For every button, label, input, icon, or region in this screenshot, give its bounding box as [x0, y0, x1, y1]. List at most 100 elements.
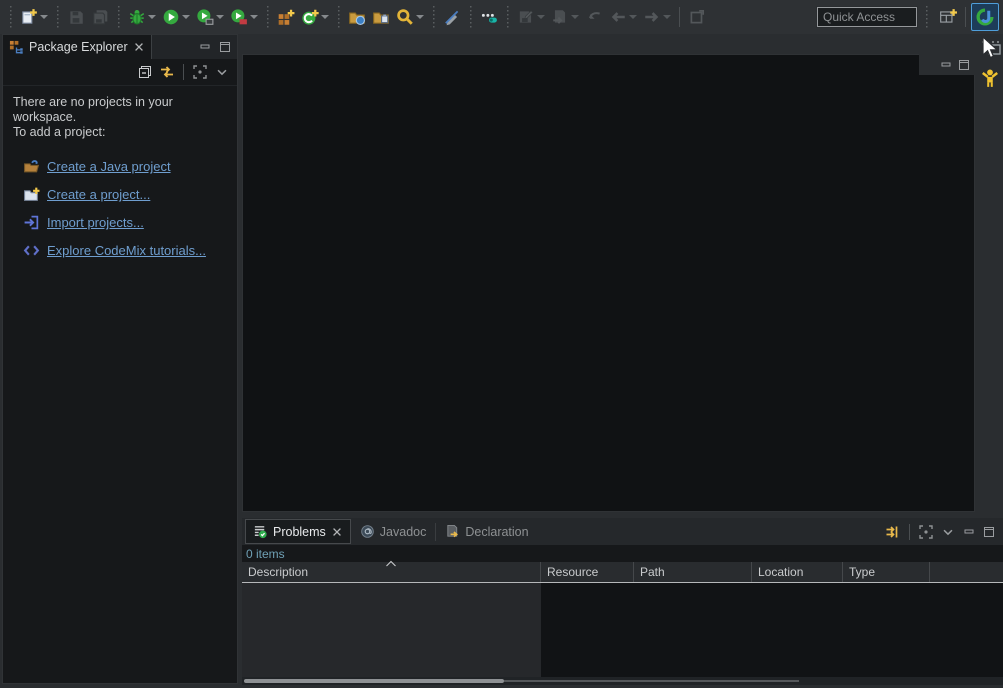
- maximize-editor-button[interactable]: [957, 58, 971, 72]
- back-dropdown[interactable]: [629, 15, 637, 19]
- last-edit-location-button[interactable]: [514, 4, 538, 30]
- previous-edit-location-button[interactable]: [548, 4, 572, 30]
- package-explorer-icon: [9, 40, 24, 55]
- focus-button[interactable]: [915, 521, 937, 543]
- view-toolbar-separator: [909, 524, 910, 540]
- toolbar-drag-handle: [264, 6, 271, 28]
- horizontal-scrollbar[interactable]: [242, 677, 1003, 685]
- close-icon[interactable]: [133, 41, 145, 53]
- close-icon[interactable]: [331, 526, 343, 538]
- column-label: Location: [758, 565, 803, 579]
- scrollbar-thumb[interactable]: [244, 679, 504, 683]
- save-button[interactable]: [64, 4, 88, 30]
- new-project-icon: [23, 186, 40, 203]
- toolbar-drag-handle: [923, 6, 930, 28]
- java-perspective-button[interactable]: [971, 3, 999, 31]
- toolbar-drag-handle: [467, 6, 474, 28]
- chevron-down-icon: [941, 525, 955, 539]
- column-header-path[interactable]: Path: [634, 562, 752, 582]
- open-perspective-button[interactable]: [936, 4, 960, 30]
- last-edit-location-dropdown[interactable]: [537, 15, 545, 19]
- forward-icon: [643, 8, 661, 26]
- debug-icon: [128, 8, 146, 26]
- search-dropdown[interactable]: [416, 15, 424, 19]
- link-with-editor-button[interactable]: [882, 521, 904, 543]
- forward-button[interactable]: [640, 4, 664, 30]
- previous-edit-location-dropdown[interactable]: [571, 15, 579, 19]
- open-type-button[interactable]: [345, 4, 369, 30]
- minimize-editor-button[interactable]: [939, 58, 953, 72]
- column-header-location[interactable]: Location: [752, 562, 843, 582]
- new-wizard-button[interactable]: [17, 4, 41, 30]
- toolbar-drag-handle: [54, 6, 61, 28]
- back-to-last-edit-button[interactable]: [582, 4, 606, 30]
- new-wizard-dropdown[interactable]: [40, 15, 48, 19]
- run-button[interactable]: [159, 4, 183, 30]
- link-row: Import projects...: [23, 214, 237, 231]
- view-menu-button[interactable]: [937, 521, 959, 543]
- minimize-view-button[interactable]: [959, 522, 979, 542]
- problems-icon: [253, 524, 268, 539]
- quick-access-input[interactable]: [817, 7, 917, 27]
- back-button[interactable]: [606, 4, 630, 30]
- create-java-project-link[interactable]: Create a Java project: [47, 159, 171, 174]
- column-header-resource[interactable]: Resource: [541, 562, 634, 582]
- column-header-type[interactable]: Type: [843, 562, 930, 582]
- column-label: Description: [248, 565, 308, 579]
- run-external-dropdown[interactable]: [216, 15, 224, 19]
- debug-button[interactable]: [125, 4, 149, 30]
- new-codemix-dropdown[interactable]: [321, 15, 329, 19]
- open-resource-icon: [372, 8, 390, 26]
- new-java-project-icon: [277, 8, 295, 26]
- run-icon: [162, 8, 180, 26]
- tab-label: Javadoc: [380, 525, 427, 539]
- tab-javadoc[interactable]: Javadoc: [351, 519, 436, 544]
- toggle-mark-occurrences-button[interactable]: [440, 4, 464, 30]
- forward-dropdown[interactable]: [663, 15, 671, 19]
- focus-icon: [918, 524, 934, 540]
- new-codemix-project-button[interactable]: [298, 4, 322, 30]
- debug-dropdown[interactable]: [148, 15, 156, 19]
- focus-button[interactable]: [189, 61, 211, 83]
- problems-table-body[interactable]: [242, 583, 1003, 677]
- create-project-link[interactable]: Create a project...: [47, 187, 150, 202]
- import-projects-link[interactable]: Import projects...: [47, 215, 144, 230]
- description-column-region: [242, 583, 541, 677]
- pin-editor-button[interactable]: [685, 4, 709, 30]
- maximize-view-button[interactable]: [215, 37, 235, 57]
- tab-package-explorer[interactable]: Package Explorer: [3, 35, 152, 59]
- new-java-project-button[interactable]: [274, 4, 298, 30]
- minimize-view-button[interactable]: [195, 37, 215, 57]
- codemix-toggle-button[interactable]: [477, 4, 501, 30]
- maximize-icon: [218, 40, 232, 54]
- link-row: Create a Java project: [23, 158, 237, 175]
- open-resource-button[interactable]: [369, 4, 393, 30]
- package-explorer-toolbar: [3, 59, 237, 86]
- last-edit-location-icon: [517, 8, 535, 26]
- collapse-all-button[interactable]: [134, 61, 156, 83]
- maximize-icon: [982, 525, 996, 539]
- user-profile-icon[interactable]: [981, 68, 999, 88]
- link-with-editor-button[interactable]: [156, 61, 178, 83]
- eclipse-window: Package Explorer: [0, 0, 1003, 688]
- minimize-icon: [198, 40, 212, 54]
- sort-ascending-icon: [385, 560, 397, 567]
- save-all-button[interactable]: [88, 4, 112, 30]
- run-dropdown[interactable]: [182, 15, 190, 19]
- maximize-view-button[interactable]: [979, 522, 999, 542]
- view-menu-button[interactable]: [211, 61, 233, 83]
- search-button[interactable]: [393, 4, 417, 30]
- coverage-button[interactable]: [227, 4, 251, 30]
- pin-editor-icon: [688, 8, 706, 26]
- codemix-icon: [23, 242, 40, 259]
- coverage-dropdown[interactable]: [250, 15, 258, 19]
- run-external-button[interactable]: [193, 4, 217, 30]
- toolbar-drag-handle: [7, 6, 14, 28]
- search-icon: [396, 8, 414, 26]
- tab-declaration[interactable]: Declaration: [436, 519, 537, 544]
- toolbar-separator: [679, 7, 680, 27]
- explore-codemix-link[interactable]: Explore CodeMix tutorials...: [47, 243, 206, 258]
- column-header-description[interactable]: Description: [242, 562, 541, 582]
- tab-problems[interactable]: Problems: [245, 519, 351, 544]
- javadoc-icon: [360, 524, 375, 539]
